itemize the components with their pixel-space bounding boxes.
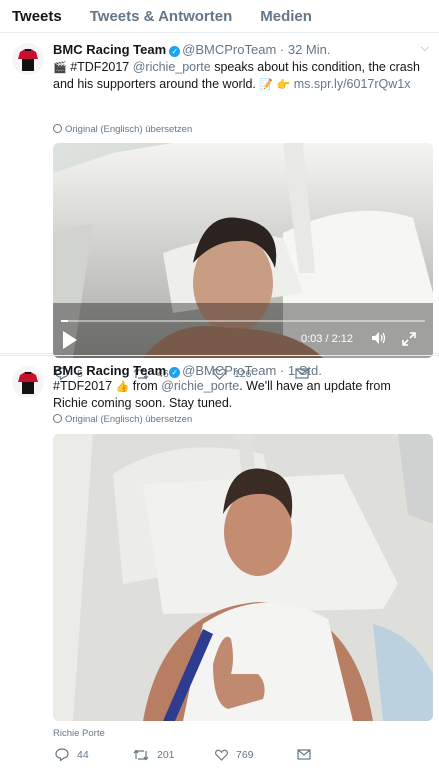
author-handle[interactable]: @BMCProTeam	[182, 42, 276, 57]
reply-icon	[55, 748, 69, 761]
author-name[interactable]: BMC Racing Team	[53, 42, 166, 57]
tweet[interactable]: BMC Racing Team ✓ @BMCProTeam · 1 Std. #TD…	[0, 355, 439, 768]
retweet-count: 201	[157, 748, 175, 761]
tweet-body-from: from	[132, 379, 162, 393]
verified-badge-icon: ✓	[169, 46, 181, 57]
tab-media[interactable]: Medien	[260, 8, 312, 25]
author-name[interactable]: BMC Racing Team	[53, 363, 166, 378]
translate-label: Original (Englisch) übersetzen	[65, 124, 193, 135]
hashtag[interactable]: #TDF2017	[53, 379, 116, 393]
like-button[interactable]: 769	[215, 749, 275, 761]
retweet-icon	[133, 749, 149, 760]
reply-count: 44	[77, 748, 89, 761]
video-progress-track[interactable]	[61, 320, 425, 322]
mention-link[interactable]: @richie_porte	[161, 379, 239, 393]
tweet-timestamp[interactable]: · 1 Std.	[280, 363, 322, 378]
translate-link[interactable]: Original (Englisch) übersetzen	[53, 124, 192, 135]
video-progress-fill	[61, 320, 69, 322]
tweet-header: BMC Racing Team ✓ @BMCProTeam · 32 Min.	[53, 42, 330, 57]
video-player[interactable]: 0:03 / 2:12	[53, 143, 433, 358]
reply-button[interactable]: 44	[55, 748, 111, 761]
translate-link[interactable]: Original (Englisch) übersetzen	[53, 414, 192, 425]
tweet-text: 🎬 #TDF2017 @richie_porte speaks about hi…	[53, 59, 423, 93]
profile-tabs: Tweets Tweets & Antworten Medien	[0, 0, 439, 33]
url-link[interactable]: ms.spr.ly/6017rQw1x	[294, 77, 411, 91]
verified-badge-icon: ✓	[169, 367, 181, 378]
clapperboard-icon: 🎬	[53, 62, 67, 74]
avatar[interactable]	[12, 366, 44, 398]
translate-label: Original (Englisch) übersetzen	[65, 414, 193, 425]
chevron-down-icon[interactable]: ⌵	[421, 42, 429, 55]
fullscreen-icon[interactable]	[402, 332, 416, 351]
photo-image	[53, 434, 433, 721]
play-icon[interactable]	[63, 331, 77, 349]
video-frame	[53, 143, 433, 358]
video-time: 0:03 / 2:12	[301, 333, 353, 345]
pointing-hand-icon: 👉	[276, 79, 291, 91]
memo-icon: 📝	[259, 79, 274, 91]
direct-message-button[interactable]	[297, 749, 311, 760]
heart-icon	[215, 749, 228, 761]
mention-link[interactable]: @richie_porte	[133, 60, 211, 74]
retweet-button[interactable]: 201	[133, 749, 193, 761]
tweet-timestamp[interactable]: · 32 Min.	[280, 42, 331, 57]
author-handle[interactable]: @BMCProTeam	[182, 363, 276, 378]
volume-icon[interactable]	[371, 331, 387, 350]
tab-tweets-and-replies[interactable]: Tweets & Antworten	[90, 8, 233, 25]
like-count: 769	[236, 748, 254, 761]
avatar[interactable]	[12, 43, 44, 75]
thumbs-up-icon: 👍	[115, 381, 130, 393]
tab-tweets[interactable]: Tweets	[12, 8, 62, 25]
envelope-icon	[297, 749, 311, 760]
photo-caption[interactable]: Richie Porte	[53, 728, 105, 739]
tweet[interactable]: BMC Racing Team ✓ @BMCProTeam · 32 Min. ⌵ …	[0, 33, 439, 380]
tweet-actions: 44 201 769	[55, 748, 333, 761]
globe-icon	[53, 414, 62, 423]
hashtag[interactable]: #TDF2017	[70, 60, 133, 74]
tweet-text: #TDF2017 👍 from @richie_porte. We'll hav…	[53, 378, 423, 411]
tweet-photo[interactable]	[53, 434, 433, 721]
tweet-header: BMC Racing Team ✓ @BMCProTeam · 1 Std.	[53, 363, 322, 378]
globe-icon	[53, 124, 62, 133]
